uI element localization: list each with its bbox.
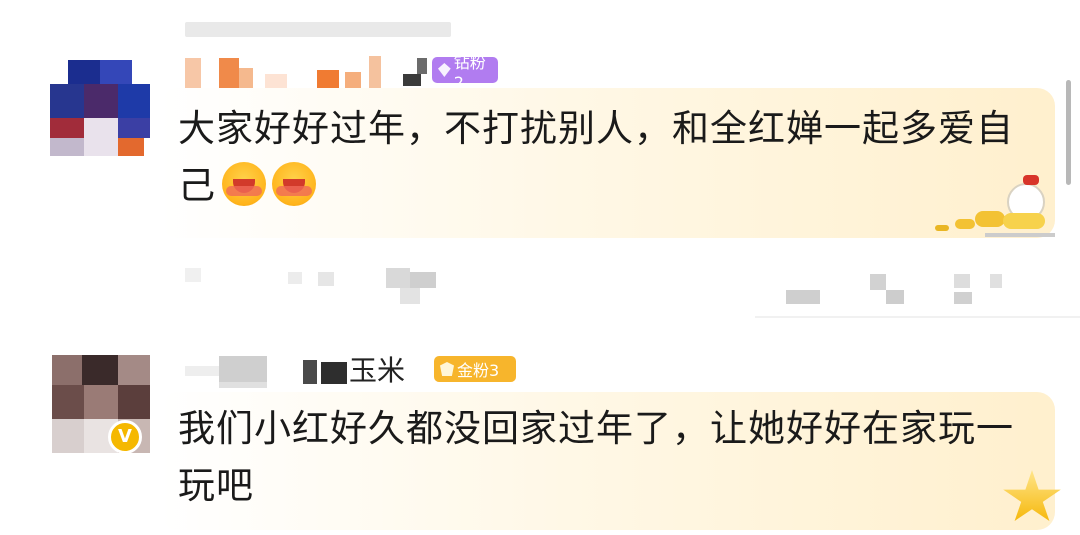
user-avatar[interactable] [50, 60, 150, 156]
comment-text[interactable]: 我们小红好久都没回家过年了，让她好好在家玩一 玩吧 [178, 400, 1038, 514]
comment-text[interactable]: 大家好好过年，不打扰别人，和全红婵一起多爱自 己 [178, 100, 1038, 214]
badge-label: 金粉3 [457, 361, 500, 380]
username-text: 玉米 [349, 354, 406, 387]
comment-text-line-1: 大家好好过年，不打扰别人，和全红婵一起多爱自 [178, 107, 1014, 150]
hugging-face-icon [222, 162, 266, 206]
hugging-face-icon [272, 162, 316, 206]
verified-badge-icon: V [108, 420, 142, 454]
comment-text-line-1: 我们小红好久都没回家过年了，让她好好在家玩一 [178, 407, 1014, 450]
comment-text-line-2: 玩吧 [178, 464, 254, 507]
username-blurred[interactable] [185, 52, 445, 88]
diamond-icon [438, 63, 451, 77]
username[interactable]: 玉米 [185, 352, 430, 388]
badge-label: 钻粉2 [453, 52, 486, 92]
scrollbar[interactable] [1066, 80, 1071, 185]
gold-shield-icon [440, 362, 454, 376]
mascot-decoration-icon [935, 175, 1060, 240]
comment-text-line-2: 己 [178, 164, 216, 207]
fan-level-badge: 钻粉2 [432, 53, 498, 92]
divider [755, 316, 1080, 318]
fan-level-badge: 金粉3 [434, 356, 516, 382]
blurred-previous-content [185, 22, 451, 37]
